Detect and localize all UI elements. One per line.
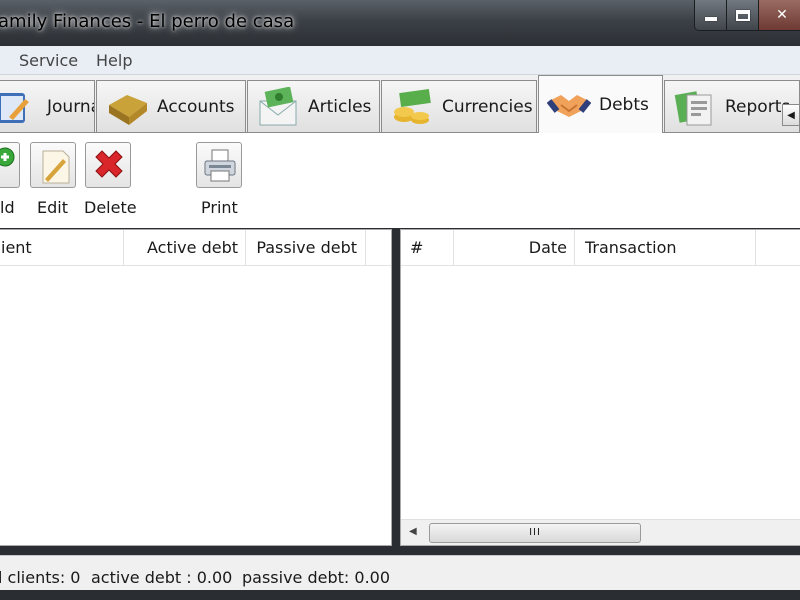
chevron-left-icon: ◀: [787, 109, 795, 121]
status-passive-debt: passive debt: 0.00: [242, 568, 391, 587]
minimize-button[interactable]: [695, 0, 727, 30]
maximize-button[interactable]: [727, 0, 759, 30]
maximize-icon: [735, 9, 750, 21]
close-icon: ✕: [776, 7, 788, 23]
wallet-icon: [105, 87, 149, 127]
print-button[interactable]: [196, 142, 242, 188]
printer-icon: [204, 149, 236, 182]
tab-accounts-label: Accounts: [157, 96, 235, 117]
add-button[interactable]: [0, 142, 20, 188]
close-button[interactable]: ✕: [759, 0, 800, 30]
journal-icon: [0, 87, 39, 127]
window-title: amily Finances - El perro de casa: [0, 11, 295, 32]
scroll-left-arrow-icon[interactable]: ◀: [409, 526, 417, 537]
report-icon: [673, 87, 717, 127]
tab-journal[interactable]: Journal: [0, 80, 95, 132]
edit-button[interactable]: [30, 142, 76, 188]
tab-journal-label: Journal: [47, 96, 94, 117]
delete-button[interactable]: [85, 142, 131, 188]
title-bar[interactable]: amily Finances - El perro de casa ✕: [0, 0, 800, 46]
tab-accounts[interactable]: Accounts: [96, 80, 246, 132]
tab-reports[interactable]: Reports: [664, 80, 800, 132]
toolbar: ld Edit Delete Print: [0, 133, 800, 228]
coins-icon: [390, 87, 434, 127]
delete-icon: [95, 150, 123, 178]
window-controls: ✕: [694, 0, 800, 31]
column-date[interactable]: Date: [454, 230, 575, 266]
handshake-icon: [546, 85, 592, 125]
menu-help[interactable]: Help: [96, 51, 132, 70]
menu-service[interactable]: Service: [19, 51, 78, 70]
tab-currencies[interactable]: Currencies: [381, 80, 537, 132]
menu-bar: Service Help: [0, 46, 800, 75]
column-client[interactable]: ient: [0, 230, 124, 266]
print-button-label[interactable]: Print: [201, 198, 238, 217]
add-button-label[interactable]: ld: [0, 198, 15, 217]
status-active-debt: active debt : 0.00: [91, 568, 233, 587]
tab-reports-label: Reports: [725, 96, 791, 117]
column-number[interactable]: #: [401, 230, 454, 266]
tab-strip: Journal Accounts Articles Currencies Deb…: [0, 75, 800, 133]
transactions-table-header: # Date Transaction: [401, 230, 800, 266]
column-passive-debt[interactable]: Passive debt: [246, 230, 366, 266]
minimize-icon: [704, 17, 717, 21]
clients-panel: ient Active debt Passive debt: [0, 229, 392, 546]
money-envelope-icon: [256, 85, 300, 127]
column-transaction[interactable]: Transaction: [575, 230, 756, 266]
transactions-panel: # Date Transaction ◀ III: [400, 229, 800, 546]
edit-button-label[interactable]: Edit: [37, 198, 68, 217]
tab-currencies-label: Currencies: [442, 96, 533, 117]
delete-button-label[interactable]: Delete: [84, 198, 137, 217]
tab-articles-label: Articles: [308, 96, 372, 117]
window-frame-bottom: [0, 590, 800, 600]
tab-debts-label: Debts: [599, 94, 649, 115]
tab-scroll-left-button[interactable]: ◀: [782, 104, 800, 126]
add-icon: [0, 147, 15, 167]
scrollbar-thumb[interactable]: III: [429, 523, 641, 543]
edit-icon: [42, 150, 70, 184]
column-active-debt[interactable]: Active debt: [124, 230, 246, 266]
status-total-clients: l clients: 0: [0, 568, 81, 587]
tab-articles[interactable]: Articles: [247, 80, 380, 132]
horizontal-scrollbar[interactable]: ◀ III: [401, 519, 800, 545]
tab-debts[interactable]: Debts: [538, 75, 663, 133]
clients-table-header: ient Active debt Passive debt: [0, 230, 391, 266]
